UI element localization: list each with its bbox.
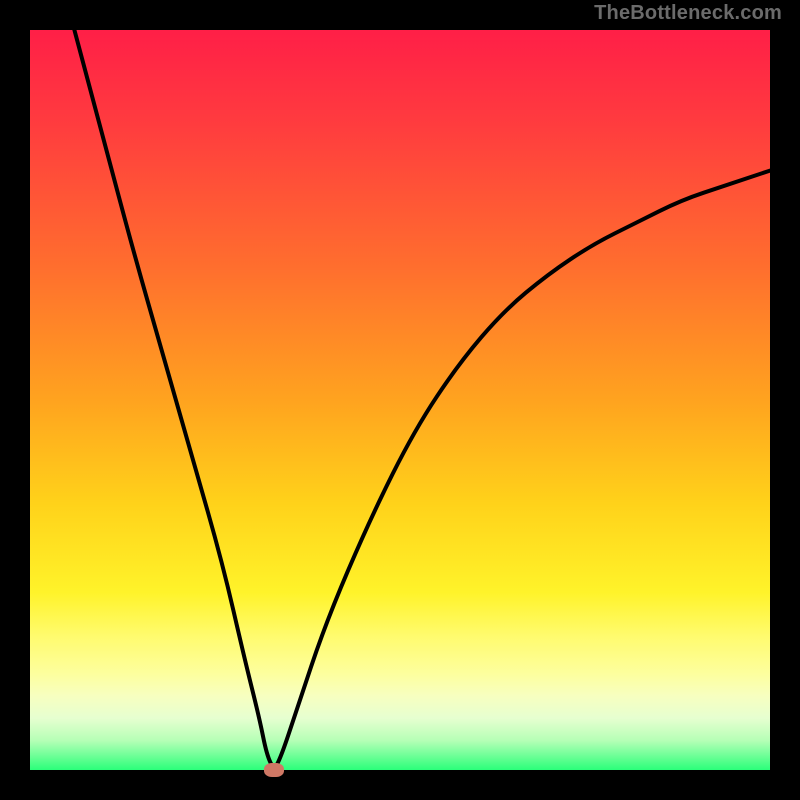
- minimum-marker: [264, 763, 284, 777]
- chart-frame: TheBottleneck.com: [0, 0, 800, 800]
- curve-path: [74, 30, 770, 766]
- bottleneck-curve: [30, 30, 770, 770]
- plot-area: [30, 30, 770, 770]
- attribution-text: TheBottleneck.com: [594, 2, 782, 25]
